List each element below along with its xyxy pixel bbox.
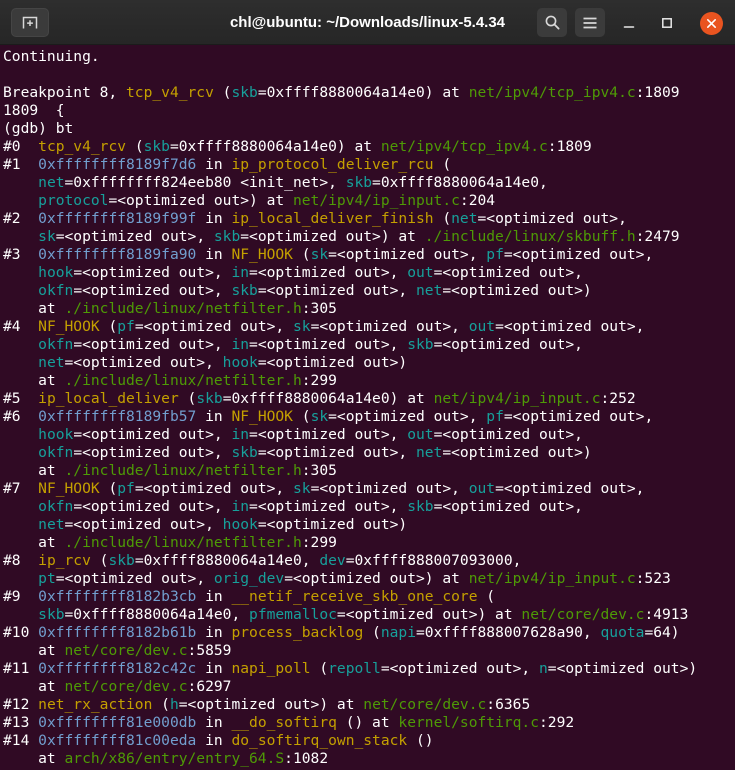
- new-tab-button[interactable]: [11, 8, 49, 37]
- terminal-line: #10 0xffffffff8182b61b in process_backlo…: [3, 624, 680, 641]
- terminal-line: #3 0xffffffff8189fa90 in NF_HOOK (sk=<op…: [3, 246, 654, 263]
- terminal-line: okfn=<optimized out>, skb=<optimized out…: [38, 444, 592, 461]
- terminal-screen[interactable]: Continuing. Breakpoint 8, tcp_v4_rcv (sk…: [0, 45, 735, 770]
- close-button[interactable]: [700, 12, 723, 35]
- terminal-line: hook=<optimized out>, in=<optimized out>…: [38, 264, 583, 281]
- terminal-line: #13 0xffffffff81e000db in __do_softirq (…: [3, 714, 575, 731]
- terminal-line: okfn=<optimized out>, in=<optimized out>…: [38, 498, 583, 515]
- terminal-line: #2 0xffffffff8189f99f in ip_local_delive…: [3, 210, 627, 227]
- terminal-line: protocol=<optimized out>) at net/ipv4/ip…: [38, 192, 496, 209]
- terminal-output: Continuing. Breakpoint 8, tcp_v4_rcv (sk…: [3, 48, 735, 768]
- minimize-button[interactable]: [617, 11, 641, 35]
- terminal-line: okfn=<optimized out>, skb=<optimized out…: [38, 282, 592, 299]
- search-icon: [544, 14, 561, 31]
- search-button[interactable]: [537, 8, 567, 37]
- terminal-line: 1809 {: [3, 102, 65, 119]
- terminal-line: #14 0xffffffff81c00eda in do_softirq_own…: [3, 732, 434, 749]
- terminal-line: #8 ip_rcv (skb=0xffff8880064a14e0, dev=0…: [3, 552, 522, 569]
- terminal-line: #12 net_rx_action (h=<optimized out>) at…: [3, 696, 531, 713]
- terminal-line: at arch/x86/entry/entry_64.S:1082: [3, 750, 329, 767]
- terminal-line: at ./include/linux/netfilter.h:299: [3, 372, 337, 389]
- close-icon: [705, 17, 718, 30]
- terminal-line: net=<optimized out>, hook=<optimized out…: [38, 354, 408, 371]
- terminal-line: #0 tcp_v4_rcv (skb=0xffff8880064a14e0) a…: [3, 138, 592, 155]
- terminal-line: #4 NF_HOOK (pf=<optimized out>, sk=<opti…: [3, 318, 645, 335]
- terminal-line: pt=<optimized out>, orig_dev=<optimized …: [38, 570, 671, 587]
- terminal-line: (gdb) bt: [3, 120, 74, 137]
- terminal-line: #1 0xffffffff8189f7d6 in ip_protocol_del…: [3, 156, 452, 173]
- maximize-button[interactable]: [655, 11, 679, 35]
- terminal-line: #6 0xffffffff8189fb57 in NF_HOOK (sk=<op…: [3, 408, 654, 425]
- terminal-line: okfn=<optimized out>, in=<optimized out>…: [38, 336, 583, 353]
- terminal-line: hook=<optimized out>, in=<optimized out>…: [38, 426, 583, 443]
- terminal-line: Continuing.: [3, 48, 100, 65]
- terminal-line: #5 ip_local_deliver (skb=0xffff8880064a1…: [3, 390, 636, 407]
- terminal-line: net=0xffffffff824eeb80 <init_net>, skb=0…: [38, 174, 548, 191]
- terminal-line: #11 0xffffffff8182c42c in napi_poll (rep…: [3, 660, 698, 677]
- maximize-icon: [660, 16, 674, 30]
- terminal-line: skb=0xffff8880064a14e0, pfmemalloc=<opti…: [38, 606, 689, 623]
- terminal-line: #9 0xffffffff8182b3cb in __netif_receive…: [3, 588, 496, 605]
- menu-button[interactable]: [575, 8, 605, 37]
- terminal-line: at net/core/dev.c:6297: [3, 678, 232, 695]
- terminal-line: net=<optimized out>, hook=<optimized out…: [38, 516, 408, 533]
- terminal-line: sk=<optimized out>, skb=<optimized out>)…: [38, 228, 680, 245]
- terminal-window: chl@ubuntu: ~/Downloads/linux-5.4.34 Con…: [0, 0, 735, 770]
- terminal-line: at ./include/linux/netfilter.h:305: [3, 300, 337, 317]
- minimize-icon: [622, 16, 636, 30]
- terminal-line: Breakpoint 8, tcp_v4_rcv (skb=0xffff8880…: [3, 84, 680, 101]
- terminal-line: at ./include/linux/netfilter.h:299: [3, 534, 337, 551]
- titlebar: chl@ubuntu: ~/Downloads/linux-5.4.34: [0, 0, 735, 45]
- terminal-line: at net/core/dev.c:5859: [3, 642, 232, 659]
- new-tab-icon: [21, 15, 39, 30]
- hamburger-icon: [582, 16, 598, 30]
- terminal-line: at ./include/linux/netfilter.h:305: [3, 462, 337, 479]
- terminal-line: #7 NF_HOOK (pf=<optimized out>, sk=<opti…: [3, 480, 645, 497]
